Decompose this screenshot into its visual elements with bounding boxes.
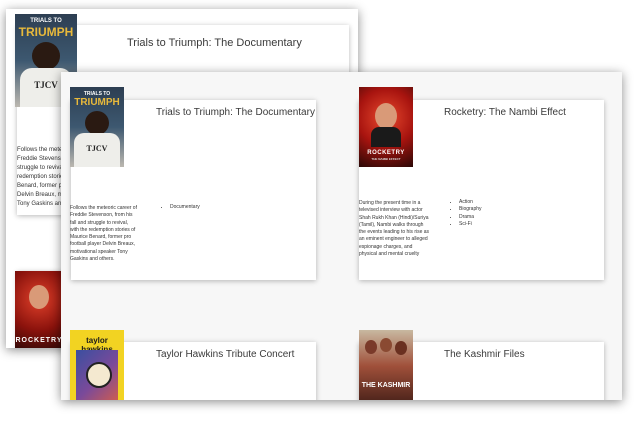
poster-face bbox=[395, 341, 407, 355]
front-window: TRIALS TO TRIUMPH TJCV Trials to Triumph… bbox=[61, 72, 622, 400]
poster-person-head bbox=[85, 111, 109, 135]
poster-suit bbox=[371, 127, 401, 147]
poster-person-head bbox=[32, 42, 60, 70]
poster-drum-circle bbox=[86, 362, 112, 388]
movie-description: During the present time in a televised i… bbox=[359, 200, 430, 258]
movie-card-taylor-hawkins[interactable]: taylor hawkins Taylor Hawkins Tribute Co… bbox=[70, 330, 316, 400]
poster-taylor-hawkins[interactable]: taylor hawkins bbox=[70, 330, 124, 400]
movie-card-rocketry[interactable]: ROCKETRY THE NAMBI EFFECT Rocketry: The … bbox=[359, 87, 604, 280]
poster-face bbox=[29, 285, 49, 309]
movie-description: Follows the meteoric career of Freddie S… bbox=[70, 205, 137, 263]
movie-title[interactable]: Trials to Triumph: The Documentary bbox=[156, 107, 315, 118]
movie-title[interactable]: Taylor Hawkins Tribute Concert bbox=[156, 349, 294, 360]
poster-label-main: ROCKETRY bbox=[15, 337, 63, 344]
genre-list: Action Biography Drama Sci-Fi bbox=[450, 199, 482, 228]
poster-kashmir-files[interactable]: THE KASHMIR bbox=[359, 330, 413, 400]
poster-shirt-text: TJCV bbox=[86, 144, 108, 153]
poster-label-top: TRIALS TO bbox=[30, 18, 62, 24]
poster-rocketry[interactable]: ROCKETRY THE NAMBI EFFECT bbox=[359, 87, 413, 167]
genre-item: Action bbox=[459, 199, 482, 206]
genre-item: Drama bbox=[459, 214, 482, 221]
genre-item: Biography bbox=[459, 206, 482, 213]
movie-title[interactable]: Trials to Triumph: The Documentary bbox=[127, 37, 302, 49]
poster-label-main: ROCKETRY bbox=[367, 150, 405, 156]
poster-face bbox=[380, 338, 392, 352]
poster-rocketry-back[interactable]: ROCKETRY bbox=[15, 271, 63, 348]
movie-title[interactable]: The Kashmir Files bbox=[444, 349, 525, 360]
poster-label-main: THE KASHMIR bbox=[361, 382, 411, 389]
poster-face bbox=[375, 103, 397, 129]
movie-title[interactable]: Rocketry: The Nambi Effect bbox=[444, 107, 566, 118]
poster-label-sub: THE NAMBI EFFECT bbox=[371, 157, 401, 161]
movie-card-kashmir-files[interactable]: THE KASHMIR The Kashmir Files bbox=[359, 330, 604, 400]
genre-item: Documentary bbox=[170, 204, 200, 211]
poster-trials[interactable]: TRIALS TO TRIUMPH TJCV bbox=[70, 87, 124, 167]
poster-label-main: TRIUMPH bbox=[18, 25, 74, 39]
genre-list: Documentary bbox=[161, 204, 200, 211]
genre-item: Sci-Fi bbox=[459, 221, 482, 228]
poster-face bbox=[365, 340, 377, 354]
movie-card-trials[interactable]: TRIALS TO TRIUMPH TJCV Trials to Triumph… bbox=[70, 87, 316, 280]
poster-label-main: TRIUMPH bbox=[74, 97, 120, 108]
